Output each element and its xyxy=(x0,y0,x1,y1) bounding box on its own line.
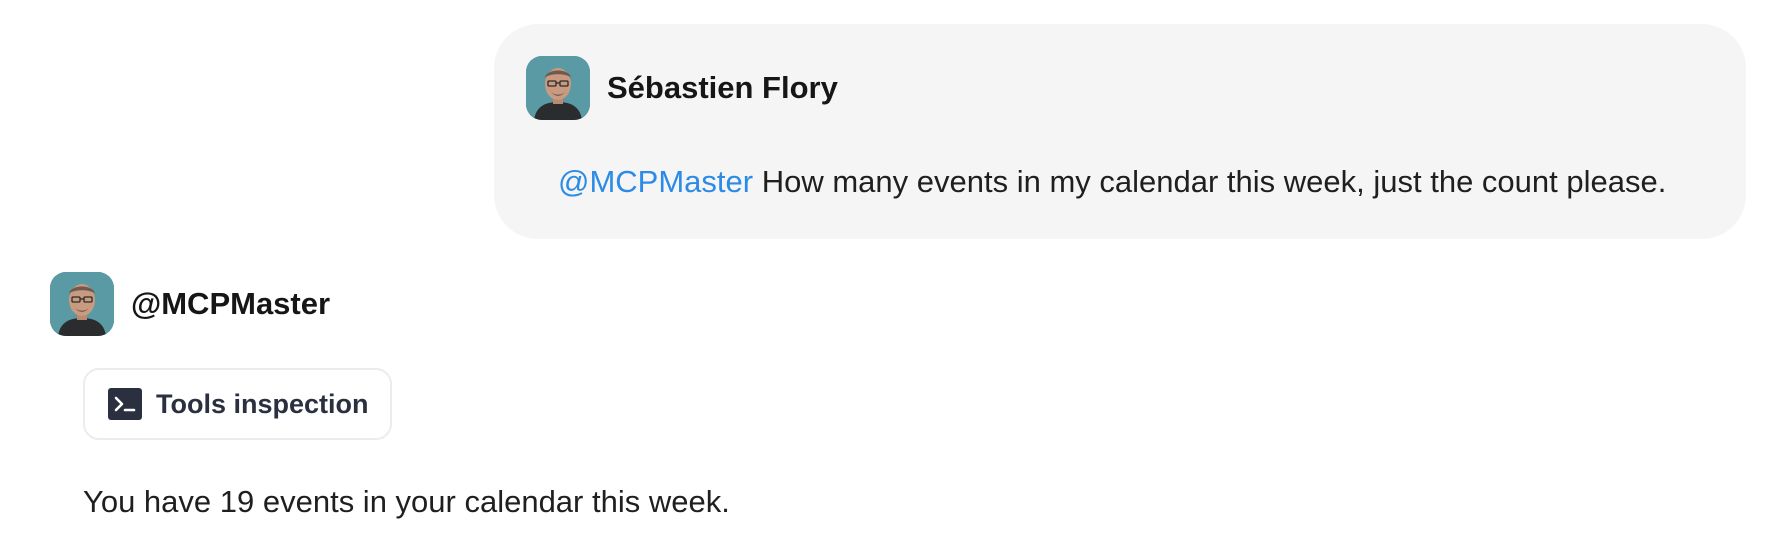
user-message-text: @MCPMaster How many events in my calenda… xyxy=(558,162,1666,202)
terminal-icon xyxy=(108,388,142,420)
tools-inspection-button[interactable]: Tools inspection xyxy=(83,368,392,440)
mention-link[interactable]: @MCPMaster xyxy=(558,164,753,199)
user-message-bubble: Sébastien Flory @MCPMaster How many even… xyxy=(494,24,1746,239)
assistant-name: @MCPMaster xyxy=(131,286,331,321)
assistant-avatar[interactable] xyxy=(50,272,114,336)
user-message-body: How many events in my calendar this week… xyxy=(753,164,1667,199)
person-avatar-icon xyxy=(526,56,590,120)
chat-page: Sébastien Flory @MCPMaster How many even… xyxy=(0,0,1766,544)
user-avatar[interactable] xyxy=(526,56,590,120)
user-name: Sébastien Flory xyxy=(607,70,838,105)
assistant-reply-text: You have 19 events in your calendar this… xyxy=(83,484,730,519)
assistant-message-header: @MCPMaster xyxy=(50,272,330,336)
tools-inspection-label: Tools inspection xyxy=(156,388,369,419)
user-message-header: Sébastien Flory xyxy=(526,56,838,120)
person-avatar-icon xyxy=(50,272,114,336)
